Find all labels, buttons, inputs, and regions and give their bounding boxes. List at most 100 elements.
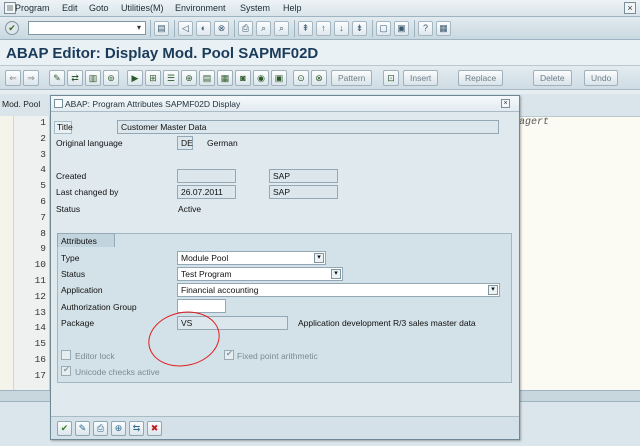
cancel-icon[interactable]: ✖: [147, 421, 162, 436]
editor-lock-label: Editor lock: [75, 351, 115, 361]
chevron-down-icon[interactable]: ▾: [331, 269, 341, 279]
delete-button[interactable]: Delete: [533, 70, 572, 86]
back-arrow-icon[interactable]: ⇐: [5, 70, 21, 86]
command-field[interactable]: ▾: [28, 21, 146, 35]
previous-page-icon[interactable]: ↑: [316, 21, 331, 36]
menu-system[interactable]: System: [240, 3, 270, 13]
navigation-icon[interactable]: ⊕: [181, 70, 197, 86]
created-date-field[interactable]: [177, 169, 236, 183]
application-value: Financial accounting: [181, 285, 259, 295]
window-close-icon[interactable]: ×: [624, 2, 636, 14]
find-next-icon[interactable]: ⌕: [274, 21, 289, 36]
last-changed-by-field[interactable]: SAP: [269, 185, 338, 199]
back-icon[interactable]: ◁: [178, 21, 193, 36]
check-icon[interactable]: ▥: [85, 70, 101, 86]
activate-icon[interactable]: ⊚: [103, 70, 119, 86]
next-page-icon[interactable]: ↓: [334, 21, 349, 36]
status-value: Active: [178, 204, 202, 214]
unicode-checks-label: Unicode checks active: [75, 367, 160, 377]
line-number: 14: [34, 322, 46, 334]
line-number: 11: [34, 275, 46, 286]
shortcut-icon[interactable]: ▣: [394, 21, 409, 36]
object-list-icon[interactable]: ☰: [163, 70, 179, 86]
line-number: 12: [34, 290, 46, 302]
mode-label: Mod. Pool: [2, 99, 41, 109]
undo-button[interactable]: Undo: [584, 70, 619, 86]
pattern-button[interactable]: Pattern: [331, 70, 373, 86]
menu-help[interactable]: Help: [283, 3, 302, 13]
menu-edit[interactable]: Edit: [62, 3, 78, 13]
original-language-field[interactable]: DE: [177, 136, 193, 150]
program-status-value: Test Program: [181, 269, 232, 279]
title-label: Title: [54, 121, 73, 134]
type-dropdown[interactable]: Module Pool ▾: [177, 251, 326, 265]
watchpoint-icon[interactable]: ⊙: [293, 70, 309, 86]
print-icon[interactable]: ⎙: [93, 421, 108, 436]
attributes-group-header: Attributes: [57, 233, 115, 247]
application-toolbar: ⇐ ⇒ ✎ ⇄ ▥ ⊚ ▶ ⊞ ☰ ⊕ ▤ ▦ ◙ ◉ ▣ ⊙ ⊗ Patter…: [0, 66, 640, 90]
print-icon[interactable]: ⎙: [238, 21, 253, 36]
chevron-down-icon[interactable]: ▾: [134, 23, 144, 33]
line-number: 1: [40, 117, 46, 128]
save-icon[interactable]: ▤: [154, 21, 169, 36]
unicode-checks-checkbox[interactable]: [61, 365, 71, 376]
chevron-down-icon[interactable]: ▾: [488, 285, 498, 295]
menu-program[interactable]: Program: [15, 3, 50, 13]
first-page-icon[interactable]: ⇞: [298, 21, 313, 36]
program-status-label: Status: [61, 269, 86, 279]
line-number: 3: [40, 148, 46, 160]
find-icon[interactable]: ⌕: [256, 21, 271, 36]
line-number: 5: [40, 180, 46, 192]
fixed-point-label: Fixed point arithmetic: [237, 351, 318, 361]
where-used-icon[interactable]: ⊞: [145, 70, 161, 86]
line-number: 6: [40, 196, 46, 207]
last-changed-date-field[interactable]: 26.07.2011: [177, 185, 236, 199]
replace-button[interactable]: Replace: [458, 70, 504, 86]
pretty-printer-icon[interactable]: ▣: [271, 70, 287, 86]
display-change-icon[interactable]: ✎: [49, 70, 65, 86]
package-label: Package: [61, 318, 95, 328]
confirm-icon[interactable]: ✔: [57, 421, 72, 436]
enter-icon[interactable]: ✔: [5, 21, 19, 35]
breakpoint-icon[interactable]: ◉: [253, 70, 269, 86]
close-icon[interactable]: ×: [501, 99, 510, 108]
hierarchy-icon[interactable]: ▦: [217, 70, 233, 86]
new-session-icon[interactable]: ▢: [376, 21, 391, 36]
dialog-window-icon: [54, 99, 63, 108]
menu-environment[interactable]: Environment: [175, 3, 226, 13]
program-attributes-dialog: ABAP: Program Attributes SAPMF02D Displa…: [50, 95, 520, 440]
toolbar-divider: [294, 20, 295, 37]
transport-icon[interactable]: ⇆: [129, 421, 144, 436]
layout-icon[interactable]: ▦: [436, 21, 451, 36]
exit-icon[interactable]: ◐: [196, 21, 211, 36]
insert-button[interactable]: Insert: [403, 70, 439, 86]
cancel-icon[interactable]: ⊗: [214, 21, 229, 36]
stop-icon[interactable]: ◙: [235, 70, 251, 86]
application-dropdown[interactable]: Financial accounting ▾: [177, 283, 500, 297]
menu-goto[interactable]: Goto: [89, 3, 109, 13]
system-toolbar: ✔ ▾ ▤ ◁ ◐ ⊗ ⎙ ⌕ ⌕ ⇞ ↑ ↓ ⇟ ▢ ▣ ? ▦: [0, 17, 640, 40]
fixed-point-checkbox[interactable]: [224, 349, 234, 360]
title-field[interactable]: Customer Master Data: [117, 120, 499, 134]
editor-lock-checkbox[interactable]: [61, 350, 71, 360]
navigation-window-icon[interactable]: ▤: [199, 70, 215, 86]
program-status-dropdown[interactable]: Test Program ▾: [177, 267, 343, 281]
menu-utilities[interactable]: Utilities(M): [121, 3, 164, 13]
code-text-fragment: agert: [519, 117, 550, 128]
forward-arrow-icon[interactable]: ⇒: [23, 70, 39, 86]
session-breakpoint-icon[interactable]: ⊗: [311, 70, 327, 86]
active-inactive-icon[interactable]: ⇄: [67, 70, 83, 86]
concatenate-icon[interactable]: ⊡: [383, 70, 399, 86]
attributes-group-label: Attributes: [61, 236, 97, 246]
last-page-icon[interactable]: ⇟: [352, 21, 367, 36]
line-number: 15: [34, 338, 46, 350]
test-icon[interactable]: ▶: [127, 70, 143, 86]
help-icon[interactable]: ?: [418, 21, 433, 36]
status-label: Status: [56, 204, 81, 214]
edit-icon[interactable]: ✎: [75, 421, 90, 436]
toolbar-divider: [414, 20, 415, 37]
chevron-down-icon[interactable]: ▾: [314, 253, 324, 263]
navigate-icon[interactable]: ⊕: [111, 421, 126, 436]
toolbar-divider: [150, 20, 151, 37]
created-by-field[interactable]: SAP: [269, 169, 338, 183]
